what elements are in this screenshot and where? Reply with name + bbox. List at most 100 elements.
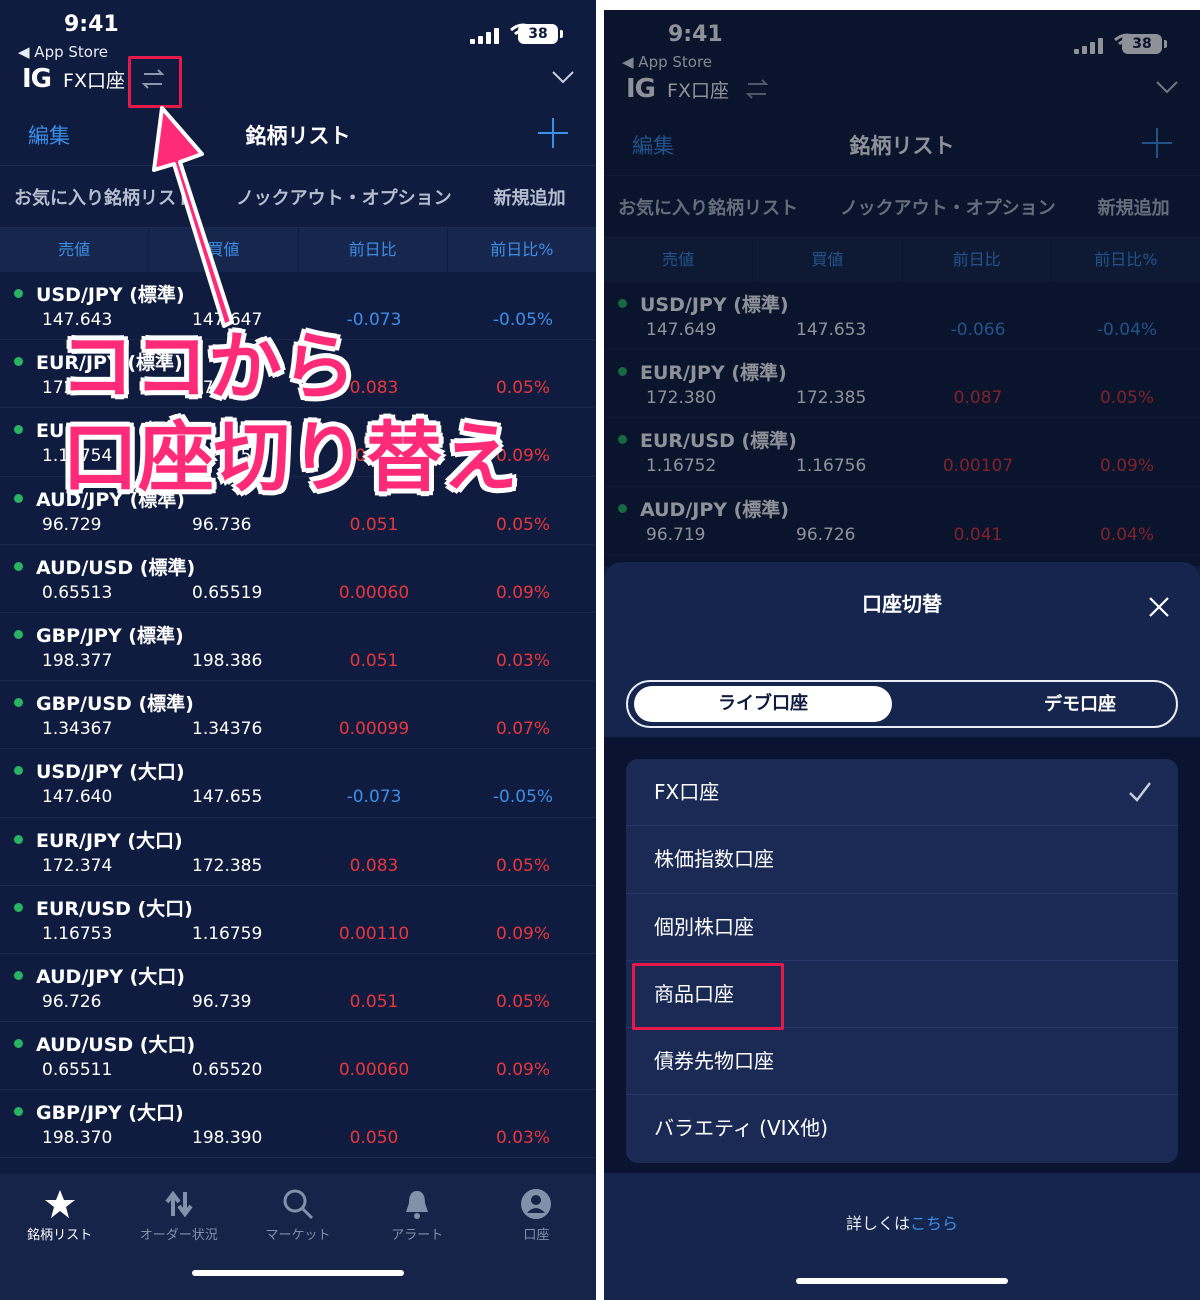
home-indicator [796,1278,1008,1284]
table-row[interactable]: AUD/JPY (大口) 96.726 96.739 0.051 0.05% [0,954,596,1023]
check-icon [1129,782,1151,802]
ask-price[interactable]: 198.390 [192,1128,262,1148]
instrument-name: GBP/JPY (標準) [36,624,184,647]
home-indicator [192,1270,404,1276]
sheet-title: 口座切替 [862,592,942,616]
ask-price[interactable]: 0.65520 [192,1060,262,1080]
change-value: -0.073 [346,787,402,808]
tabbar-orders[interactable]: オーダー状況 [119,1174,238,1300]
bid-price[interactable]: 198.370 [42,1128,112,1148]
account-item-bond-futures[interactable]: 債券先物口座 [626,1028,1178,1096]
change-value: 0.050 [349,1128,399,1149]
account-item-stock[interactable]: 個別株口座 [626,894,1178,961]
change-percent: 0.03% [495,650,550,671]
instrument-name: GBP/USD (標準) [36,693,194,716]
account-switch-sheet: 口座切替 ライブ口座 デモ口座 FX口座 株価指数口座 個別株口座 商品口座 債… [604,562,1200,1300]
ask-price[interactable]: 96.739 [192,992,251,1012]
table-row[interactable]: EUR/USD (大口) 1.16753 1.16759 0.00110 0.09% [0,886,596,954]
change-value: 0.051 [349,514,399,535]
bell-icon [406,1191,429,1219]
status-dot-icon [14,902,23,912]
status-dot-icon [14,425,23,435]
table-row[interactable]: GBP/USD (標準) 1.34367 1.34376 0.00099 0.07% [0,681,596,750]
column-header: 売値 買値 前日比 前日比% [0,228,596,272]
bid-price[interactable]: 1.34367 [42,719,112,739]
change-percent: 0.05% [495,378,550,399]
bid-price[interactable]: 0.65513 [42,583,112,603]
segment-live[interactable]: ライブ口座 [634,686,892,722]
account-item-fx[interactable]: FX口座 [626,759,1178,827]
status-dot-icon [14,561,23,571]
instrument-name: USD/JPY (大口) [36,761,185,784]
ask-price[interactable]: 198.386 [192,651,262,671]
change-percent: 0.03% [495,1128,550,1149]
table-row[interactable]: AUD/USD (大口) 0.65511 0.65520 0.00060 0.09% [0,1022,596,1091]
watchlist-tabs: お気に入り銘柄リスト ノックアウト・オプション 新規追加 [0,166,596,228]
account-item-variety[interactable]: バラエティ (VIX他) [626,1095,1178,1162]
signal-icon [470,28,500,44]
add-icon[interactable] [538,118,568,148]
instrument-name: GBP/JPY (大口) [36,1102,184,1125]
table-row[interactable]: AUD/USD (標準) 0.65513 0.65519 0.00060 0.09% [0,545,596,613]
account-selector[interactable]: IG FX口座 [22,62,125,96]
bid-price[interactable]: 96.726 [42,992,101,1012]
table-row[interactable]: GBP/JPY (大口) 198.370 198.390 0.050 0.03% [0,1090,596,1159]
ask-price[interactable]: 0.65519 [192,583,262,603]
change-percent: 0.05% [495,514,550,535]
col-change-pct[interactable]: 前日比% [448,228,596,272]
segment-demo[interactable]: デモ口座 [1044,690,1116,716]
table-row[interactable]: GBP/JPY (標準) 198.377 198.386 0.051 0.03% [0,613,596,682]
annotation-line-1: ココから [60,324,356,410]
change-value: 0.083 [349,855,399,876]
ask-price[interactable]: 1.34376 [192,719,262,739]
battery-icon: 38 [518,24,563,44]
col-change[interactable]: 前日比 [299,228,448,272]
bid-price[interactable]: 147.640 [42,787,112,807]
tabbar-market[interactable]: マーケット [238,1174,357,1300]
ask-price[interactable]: 172.385 [192,856,262,876]
ask-price[interactable]: 1.16759 [192,924,262,944]
more-info-link[interactable]: こちら [910,1214,958,1233]
status-dot-icon [14,834,23,844]
tab-add-new[interactable]: 新規追加 [480,184,566,210]
status-dot-icon [14,970,23,980]
ask-price[interactable]: 147.655 [192,787,262,807]
tab-knockout[interactable]: ノックアウト・オプション [222,184,452,210]
table-row[interactable]: USD/JPY (大口) 147.640 147.655 -0.073 -0.05% [0,749,596,818]
more-info: 詳しくはこちら [845,1214,959,1233]
annotation-line-2: 口座切り替え [62,413,518,502]
tabbar-watchlist[interactable]: 銘柄リスト [0,1174,119,1300]
change-percent: -0.05% [492,787,554,808]
chevron-down-icon[interactable] [552,70,574,84]
close-icon[interactable] [1148,596,1170,618]
change-percent: 0.09% [495,923,550,944]
ask-price[interactable]: 96.736 [192,515,251,535]
status-dot-icon [14,493,23,503]
change-percent: 0.05% [495,991,550,1012]
account-item-index[interactable]: 株価指数口座 [626,826,1178,894]
bid-price[interactable]: 0.65511 [42,1060,112,1080]
status-dot-icon [14,357,23,367]
instrument-name: AUD/JPY (大口) [36,965,185,988]
modal-backdrop[interactable] [604,10,1200,566]
change-value: 0.051 [349,650,399,671]
bid-price[interactable]: 1.16753 [42,924,112,944]
tabbar-alert[interactable]: アラート [358,1174,477,1300]
search-icon [283,1189,314,1220]
nav-bar: 編集 銘柄リスト [0,104,596,166]
change-percent: -0.05% [492,310,554,330]
back-to-app-store[interactable]: ◀ App Store [18,43,108,61]
tabbar-account[interactable]: 口座 [477,1174,596,1300]
table-row[interactable]: EUR/JPY (大口) 172.374 172.385 0.083 0.05% [0,818,596,886]
bid-price[interactable]: 96.729 [42,515,101,535]
status-time: 9:41 [64,12,119,37]
col-bid[interactable]: 売値 [0,228,150,272]
change-value: 0.00099 [338,719,410,740]
status-dot-icon [14,698,23,708]
instrument-name: EUR/USD (大口) [36,897,193,920]
right-screen: 9:41 ◀ App Store 38 IG FX口座 編集 銘柄リスト お気に… [604,10,1200,1300]
ig-logo: IG [22,64,52,94]
bid-price[interactable]: 172.374 [42,856,112,876]
bid-price[interactable]: 198.377 [42,651,112,671]
annotation-arrow-icon [152,106,234,328]
